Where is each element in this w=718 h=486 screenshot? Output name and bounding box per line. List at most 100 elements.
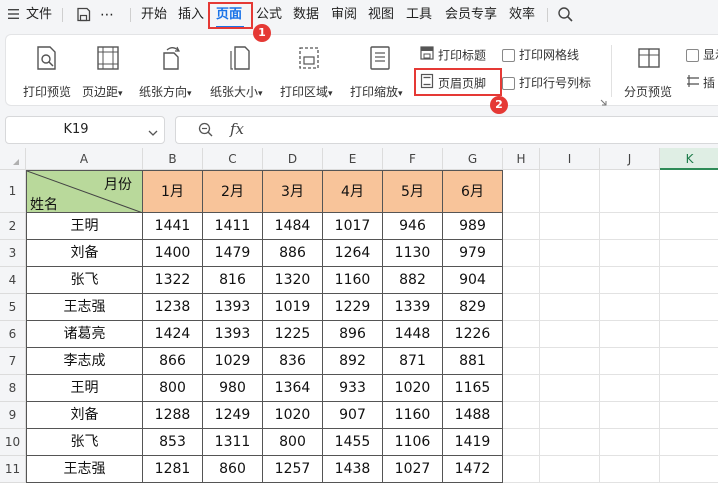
value-cell[interactable]: 1448 [383, 321, 443, 348]
row-header-8[interactable]: 8 [0, 375, 26, 402]
value-cell[interactable]: 1225 [263, 321, 323, 348]
name-cell[interactable]: 刘备 [26, 240, 143, 267]
tab-review[interactable]: 审阅 [331, 5, 357, 25]
value-cell[interactable]: 829 [443, 294, 503, 321]
value-cell[interactable]: 886 [263, 240, 323, 267]
value-cell[interactable]: 1424 [143, 321, 203, 348]
select-all-corner[interactable] [0, 148, 26, 170]
spreadsheet-grid[interactable]: A B C D E F G H I J K 1 2 3 4 5 6 7 8 9 … [0, 148, 718, 486]
tab-view[interactable]: 视图 [368, 5, 394, 25]
empty-cell[interactable] [540, 429, 600, 456]
empty-cell[interactable] [540, 321, 600, 348]
show-checkbox[interactable]: 显示 [686, 45, 718, 65]
margins-button[interactable]: 页边距▾ [80, 39, 136, 101]
value-cell[interactable]: 1393 [203, 294, 263, 321]
column-header-f[interactable]: F [383, 148, 443, 170]
value-cell[interactable]: 1238 [143, 294, 203, 321]
empty-cell[interactable] [600, 402, 660, 429]
value-cell[interactable]: 896 [323, 321, 383, 348]
empty-cell[interactable] [503, 429, 540, 456]
insert-page-break-button[interactable]: 插 [686, 73, 715, 93]
column-header-c[interactable]: C [203, 148, 263, 170]
value-cell[interactable]: 1488 [443, 402, 503, 429]
empty-cell[interactable] [503, 456, 540, 483]
value-cell[interactable]: 979 [443, 240, 503, 267]
value-cell[interactable]: 860 [203, 456, 263, 483]
print-preview-button[interactable]: 打印预览 [16, 39, 76, 101]
empty-cell[interactable] [540, 456, 600, 483]
month-header-cell[interactable]: 5月 [383, 170, 443, 213]
value-cell[interactable]: 1160 [323, 267, 383, 294]
tab-insert[interactable]: 插入 [178, 5, 204, 25]
chevron-down-icon[interactable] [148, 126, 158, 136]
month-header-cell[interactable]: 6月 [443, 170, 503, 213]
name-cell[interactable]: 王明 [26, 375, 143, 402]
empty-cell[interactable] [600, 240, 660, 267]
empty-cell[interactable] [503, 213, 540, 240]
empty-cell[interactable] [600, 294, 660, 321]
name-cell[interactable]: 张飞 [26, 429, 143, 456]
column-header-g[interactable]: G [443, 148, 503, 170]
value-cell[interactable]: 1264 [323, 240, 383, 267]
value-cell[interactable]: 871 [383, 348, 443, 375]
empty-cell[interactable] [660, 294, 718, 321]
empty-cell[interactable] [503, 348, 540, 375]
menu-file[interactable]: 文件 [26, 5, 52, 25]
empty-cell[interactable] [660, 267, 718, 294]
empty-cell[interactable] [600, 429, 660, 456]
value-cell[interactable]: 881 [443, 348, 503, 375]
month-header-cell[interactable]: 4月 [323, 170, 383, 213]
row-header-10[interactable]: 10 [0, 429, 26, 456]
print-row-col-headers-checkbox[interactable]: 打印行号列标 [502, 73, 591, 93]
column-header-b[interactable]: B [143, 148, 203, 170]
function-icon[interactable]: fx [230, 120, 244, 138]
tab-efficiency[interactable]: 效率 [509, 5, 535, 25]
value-cell[interactable]: 980 [203, 375, 263, 402]
empty-cell[interactable] [660, 375, 718, 402]
month-header-cell[interactable]: 3月 [263, 170, 323, 213]
value-cell[interactable]: 1106 [383, 429, 443, 456]
table-header-corner-cell[interactable]: 月份 姓名 [26, 170, 143, 213]
empty-cell[interactable] [660, 170, 718, 213]
column-header-e[interactable]: E [323, 148, 383, 170]
row-header-4[interactable]: 4 [0, 267, 26, 294]
print-scale-button[interactable]: 打印缩放▾ [347, 39, 413, 101]
orientation-button[interactable]: 纸张方向▾ [139, 39, 203, 101]
row-header-9[interactable]: 9 [0, 402, 26, 429]
value-cell[interactable]: 1472 [443, 456, 503, 483]
empty-cell[interactable] [660, 213, 718, 240]
empty-cell[interactable] [660, 321, 718, 348]
value-cell[interactable]: 1020 [383, 375, 443, 402]
value-cell[interactable]: 853 [143, 429, 203, 456]
name-cell[interactable]: 诸葛亮 [26, 321, 143, 348]
empty-cell[interactable] [600, 375, 660, 402]
value-cell[interactable]: 1484 [263, 213, 323, 240]
empty-cell[interactable] [600, 170, 660, 213]
row-header-5[interactable]: 5 [0, 294, 26, 321]
empty-cell[interactable] [660, 348, 718, 375]
value-cell[interactable]: 1339 [383, 294, 443, 321]
name-cell[interactable]: 王志强 [26, 294, 143, 321]
name-box[interactable]: K19 [5, 116, 165, 144]
empty-cell[interactable] [600, 267, 660, 294]
print-gridlines-checkbox[interactable]: 打印网格线 [502, 45, 579, 65]
more-menu-icon[interactable]: ⋯ [100, 5, 114, 25]
column-header-d[interactable]: D [263, 148, 323, 170]
value-cell[interactable]: 1029 [203, 348, 263, 375]
name-cell[interactable]: 张飞 [26, 267, 143, 294]
value-cell[interactable]: 1438 [323, 456, 383, 483]
value-cell[interactable]: 1419 [443, 429, 503, 456]
value-cell[interactable]: 892 [323, 348, 383, 375]
value-cell[interactable]: 1017 [323, 213, 383, 240]
value-cell[interactable]: 1020 [263, 402, 323, 429]
empty-cell[interactable] [540, 170, 600, 213]
value-cell[interactable]: 882 [383, 267, 443, 294]
name-cell[interactable]: 刘备 [26, 402, 143, 429]
empty-cell[interactable] [660, 402, 718, 429]
page-break-preview-button[interactable]: 分页预览 [618, 39, 680, 101]
name-cell[interactable]: 王志强 [26, 456, 143, 483]
formula-input[interactable]: fx [175, 116, 718, 144]
month-header-cell[interactable]: 1月 [143, 170, 203, 213]
name-cell[interactable]: 王明 [26, 213, 143, 240]
empty-cell[interactable] [540, 375, 600, 402]
